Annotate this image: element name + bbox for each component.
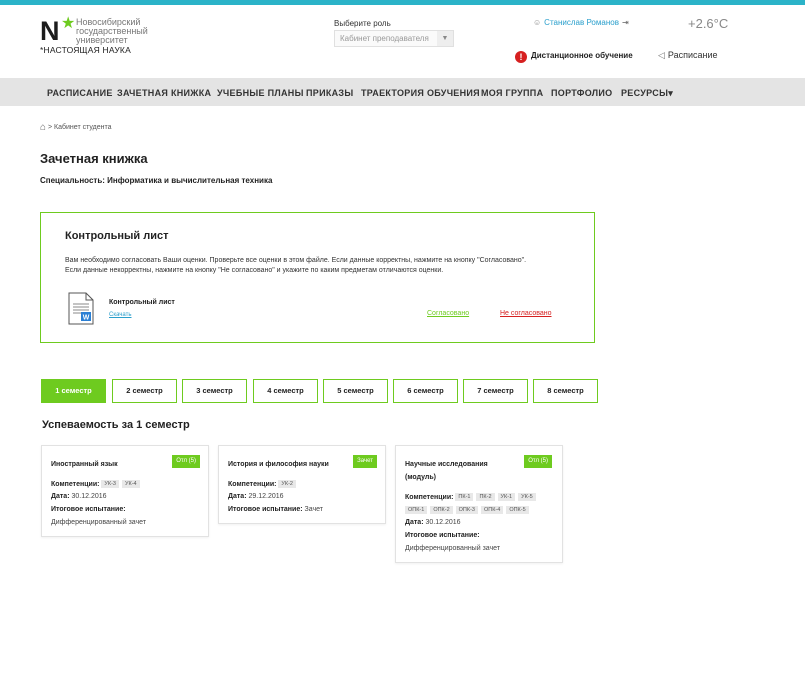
- tab-semester-3[interactable]: 3 семестр: [182, 379, 247, 403]
- section-title: Успеваемость за 1 семестр: [42, 419, 190, 431]
- final-label: Итоговое испытание:: [405, 532, 480, 539]
- final-row: Итоговое испытание: Зачет: [228, 506, 323, 513]
- logo-letter: N: [40, 16, 60, 46]
- panel-title: Контрольный лист: [65, 230, 169, 242]
- competency-tag: ОПК-5: [506, 506, 529, 514]
- user-name[interactable]: Станислав Романов: [544, 18, 619, 27]
- nav-item-gradebook[interactable]: ЗАЧЕТНАЯ КНИЖКА: [117, 88, 211, 98]
- logo-text: Новосибирский государственный университе…: [76, 17, 148, 45]
- nav-item-orders[interactable]: ПРИКАЗЫ: [306, 88, 353, 98]
- logo-tagline: *НАСТОЯЩАЯ НАУКА: [40, 45, 131, 55]
- date-row: Дата: 30.12.2016: [51, 493, 107, 500]
- logo-star-icon: ★: [61, 15, 76, 32]
- tab-semester-4[interactable]: 4 семестр: [253, 379, 318, 403]
- word-document-icon: W: [68, 292, 94, 325]
- grade-badge: Отл (5): [524, 455, 552, 468]
- grade-badge: Отл (5): [172, 455, 200, 468]
- role-label: Выберите роль: [334, 19, 391, 28]
- competencies-row: Компетенции: УК-3 УК-4: [51, 480, 143, 488]
- competency-tag: УК-5: [518, 493, 536, 501]
- document-name: Контрольный лист: [109, 299, 175, 306]
- tab-semester-7[interactable]: 7 семестр: [463, 379, 528, 403]
- caret-down-icon: ▾: [668, 88, 674, 98]
- specialty-text: Специальность: Информатика и вычислитель…: [40, 176, 273, 185]
- competency-tag: ПК-2: [476, 493, 495, 501]
- competency-tag: ПК-1: [455, 493, 474, 501]
- tag-icon: ◁: [658, 50, 665, 60]
- nav-item-my-group[interactable]: МОЯ ГРУППА: [481, 88, 543, 98]
- svg-text:W: W: [83, 315, 90, 322]
- distance-learning-link[interactable]: ! Дистанционное обучение: [515, 51, 633, 63]
- university-logo[interactable]: N ★ Новосибирский государственный универ…: [40, 15, 180, 58]
- role-select-value: Кабинет преподавателя: [340, 34, 429, 43]
- date-row: Дата: 30.12.2016: [405, 519, 461, 526]
- alert-icon: !: [515, 51, 527, 63]
- competency-tag: УК-3: [101, 480, 119, 488]
- control-sheet-panel: Контрольный лист Вам необходимо согласов…: [40, 212, 595, 343]
- nav-item-schedule[interactable]: РАСПИСАНИЕ: [47, 88, 113, 98]
- subject-card: Иностранный язык Отл (5) Компетенции: УК…: [41, 445, 209, 537]
- competency-tag: ОПК-3: [455, 506, 478, 514]
- nav-item-curricula[interactable]: УЧЕБНЫЕ ПЛАНЫ: [217, 88, 304, 98]
- breadcrumb: ⌂ > Кабинет студента: [40, 122, 112, 133]
- schedule-link[interactable]: ◁ Расписание: [658, 50, 718, 61]
- download-link[interactable]: Скачать: [109, 312, 132, 318]
- user-icon: ☺: [533, 18, 542, 27]
- competency-tag: УК-4: [122, 480, 140, 488]
- nav-item-trajectory[interactable]: ТРАЕКТОРИЯ ОБУЧЕНИЯ: [361, 88, 480, 98]
- competencies-row: Компетенции: УК-2: [228, 480, 299, 488]
- temperature: +2.6°C: [688, 16, 729, 31]
- competency-tag: ОПК-1: [405, 506, 428, 514]
- subject-card: Научные исследования (модуль) Отл (5) Ко…: [395, 445, 563, 563]
- nav-item-portfolio[interactable]: ПОРТФОЛИО: [551, 88, 612, 98]
- logout-icon[interactable]: ⇥: [622, 18, 629, 27]
- final-label: Итоговое испытание:: [51, 506, 126, 513]
- final-value: Дифференцированный зачет: [51, 519, 147, 526]
- tab-semester-2[interactable]: 2 семестр: [112, 379, 177, 403]
- competencies-row: Компетенции: ПК-1 ПК-2 УК-1 УК-5: [405, 493, 539, 501]
- competency-tag: УК-1: [497, 493, 516, 501]
- disagree-link[interactable]: Не согласовано: [500, 310, 552, 317]
- subject-title: История и философия науки: [228, 461, 329, 468]
- role-select[interactable]: Кабинет преподавателя ▼: [334, 30, 454, 47]
- tab-semester-6[interactable]: 6 семестр: [393, 379, 458, 403]
- main-nav: РАСПИСАНИЕ ЗАЧЕТНАЯ КНИЖКА УЧЕБНЫЕ ПЛАНЫ…: [0, 78, 805, 106]
- tab-semester-5[interactable]: 5 семестр: [323, 379, 388, 403]
- user-menu[interactable]: ☺ Станислав Романов ⇥: [533, 18, 629, 27]
- breadcrumb-current: Кабинет студента: [54, 124, 112, 131]
- chevron-down-icon: ▼: [437, 31, 453, 46]
- tab-semester-8[interactable]: 8 семестр: [533, 379, 598, 403]
- date-row: Дата: 29.12.2016: [228, 493, 284, 500]
- nav-item-resources[interactable]: РЕСУРСЫ▾: [621, 88, 673, 99]
- page-title: Зачетная книжка: [40, 151, 148, 166]
- competency-tag: ОПК-4: [480, 506, 504, 514]
- agree-link[interactable]: Согласовано: [427, 310, 469, 317]
- tab-semester-1[interactable]: 1 семестр: [41, 379, 106, 403]
- final-value: Дифференцированный зачет: [405, 545, 501, 552]
- competencies-row-2: ОПК-1 ОПК-2 ОПК-3 ОПК-4 ОПК-5: [405, 506, 532, 514]
- competency-tag: УК-2: [278, 480, 296, 488]
- subject-title: Научные исследования (модуль): [405, 461, 488, 481]
- competency-tag: ОПК-2: [430, 506, 453, 514]
- home-icon[interactable]: ⌂: [40, 122, 46, 133]
- subject-title: Иностранный язык: [51, 461, 118, 468]
- subject-card: История и философия науки Зачет Компетен…: [218, 445, 386, 524]
- panel-description: Вам необходимо согласовать Ваши оценки. …: [65, 257, 527, 274]
- grade-badge: Зачет: [353, 455, 377, 468]
- top-accent-line: [0, 0, 805, 5]
